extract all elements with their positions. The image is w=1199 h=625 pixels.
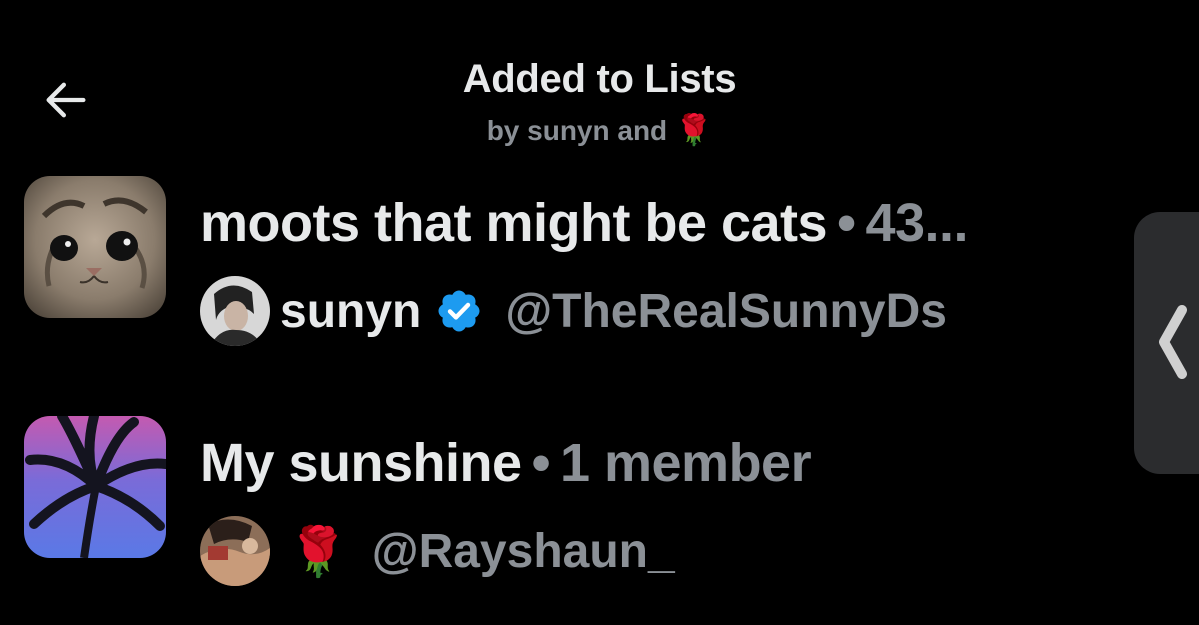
header-titles: Added to Lists by sunyn and 🌹 [0,56,1199,148]
list-name: moots that might be cats [200,193,828,253]
member-count: 43... [865,193,969,253]
subtitle-text: by sunyn and [486,115,668,146]
list-avatar-palm [24,416,166,558]
owner-handle: @Rayshaun_ [371,524,675,578]
page-title: Added to Lists [462,57,737,101]
list-title-line: moots that might be cats • 43... [200,192,1128,254]
list-item-my-sunshine[interactable]: My sunshine • 1 member 🌹 @Rayshaun_ [0,412,1130,592]
list-owner: 🌹 @Rayshaun_ [200,514,675,588]
list-owner: sunyn @TheRealSunnyDs [200,274,947,348]
owner-handle: @TheRealSunnyDs [505,284,947,338]
list-item-moots[interactable]: moots that might be cats • 43... sunyn @Th… [0,172,1130,352]
verified-badge-icon [438,290,480,332]
chevron-left-icon [1159,305,1187,379]
header: Added to Lists by sunyn and 🌹 [0,0,1199,160]
list-name: My sunshine [200,433,522,493]
member-count: 1 member [559,433,812,493]
rose-emoji: 🌹 [674,113,713,148]
side-drawer-handle[interactable] [1134,212,1199,474]
separator: • [531,433,551,493]
list-avatar-cat [24,176,166,318]
page-subtitle: by sunyn and 🌹 [0,114,1199,148]
separator: • [837,193,856,253]
list-title-line: My sunshine • 1 member [200,432,1128,494]
owner-avatar [200,276,270,346]
owner-avatar [200,516,270,586]
owner-display-name: 🌹 [288,523,348,580]
owner-display-name: sunyn [280,284,422,338]
